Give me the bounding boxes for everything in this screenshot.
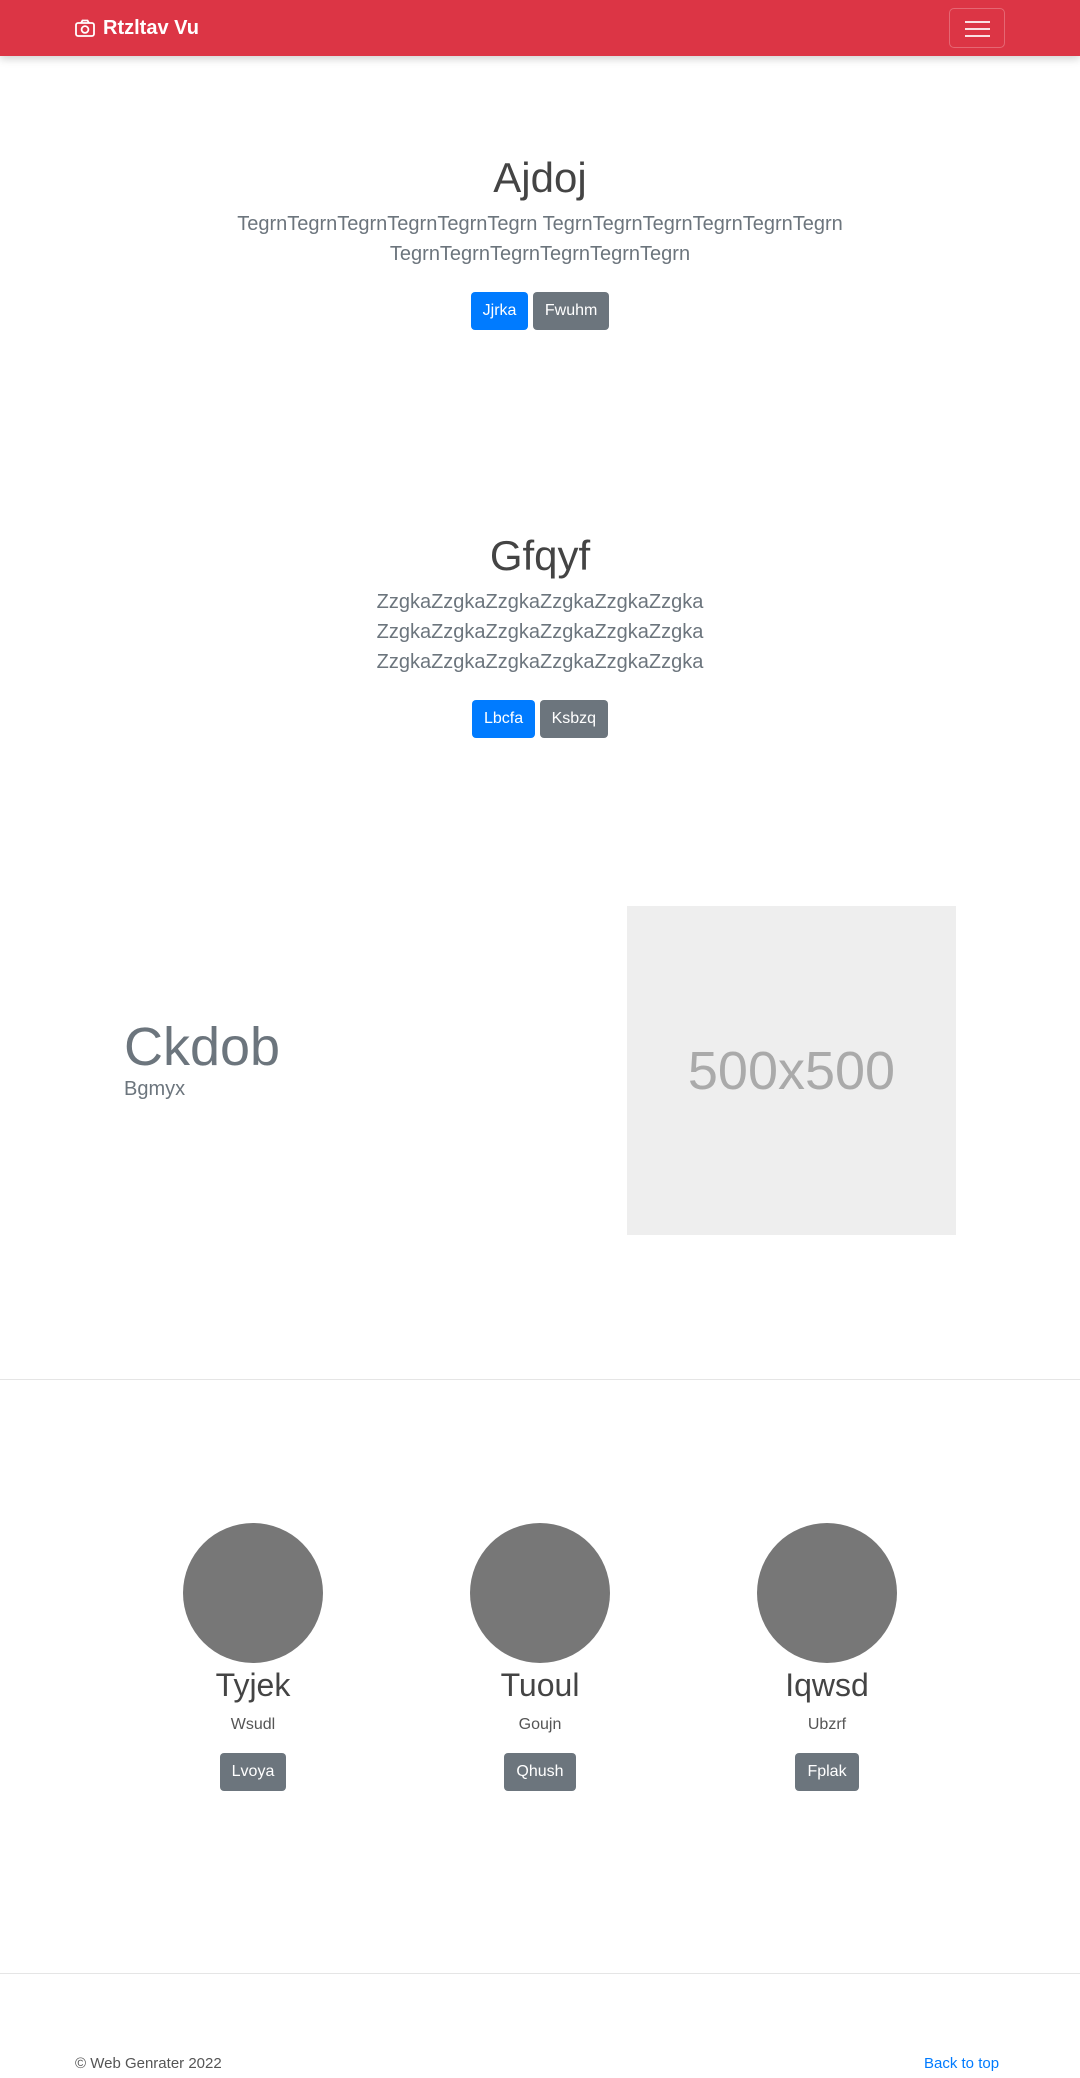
section-divider-1 bbox=[0, 1379, 1080, 1380]
placeholder-image: 500x500 bbox=[627, 906, 956, 1235]
column-1-text: Wsudl bbox=[230, 1716, 276, 1733]
column-2-button[interactable]: Qhush bbox=[504, 1753, 576, 1791]
column-2-title: Tuoul bbox=[500, 1667, 580, 1703]
hero-2-actions: Lbcfa Ksbzq bbox=[0, 700, 1080, 738]
avatar-circle bbox=[470, 1523, 610, 1663]
footer-copyright: © Web Genrater 2022 bbox=[75, 2055, 222, 2072]
column-3-title: Iqwsd bbox=[785, 1667, 869, 1703]
brand-name: Rtzltav Vu bbox=[103, 16, 199, 39]
camera-icon bbox=[75, 19, 95, 37]
column-3: Iqwsd Ubzrf Fplak bbox=[707, 1523, 947, 1791]
navbar-brand[interactable]: Rtzltav Vu bbox=[75, 14, 199, 42]
hero-1-secondary-button[interactable]: Fwuhm bbox=[532, 292, 610, 330]
hero-section-1: Ajdoj bbox=[0, 150, 1080, 206]
hero-2-lead-line-1: ZzgkaZzgkaZzgkaZzgkaZzgkaZzgka bbox=[376, 591, 704, 613]
column-2: Tuoul Goujn Qhush bbox=[420, 1523, 660, 1791]
avatar-circle bbox=[183, 1523, 323, 1663]
hero-1-lead-line-2: TegrnTegrnTegrnTegrnTegrnTegrn bbox=[389, 243, 691, 265]
hero-section-2: Gfqyf bbox=[0, 528, 1080, 584]
column-1: Tyjek Wsudl Lvoya bbox=[133, 1523, 373, 1791]
placeholder-image-label: 500x500 bbox=[687, 1040, 896, 1101]
hero-2-primary-button[interactable]: Lbcfa bbox=[471, 700, 536, 738]
avatar-circle bbox=[757, 1523, 897, 1663]
column-1-button[interactable]: Lvoya bbox=[219, 1753, 287, 1791]
hero-2-secondary-button[interactable]: Ksbzq bbox=[539, 700, 609, 738]
column-3-text: Ubzrf bbox=[807, 1716, 847, 1733]
hero-1-title: Ajdoj bbox=[493, 154, 587, 201]
hero-1-lead: TegrnTegrnTegrnTegrnTegrnTegrn TegrnTegr… bbox=[0, 209, 1080, 269]
feature-subtitle: Bgmyx bbox=[124, 1078, 186, 1100]
hero-2-title: Gfqyf bbox=[489, 532, 591, 579]
hero-1-lead-line-1: TegrnTegrnTegrnTegrnTegrnTegrn TegrnTegr… bbox=[237, 213, 843, 235]
section-divider-2 bbox=[0, 1973, 1080, 1974]
hero-2-lead-line-3: ZzgkaZzgkaZzgkaZzgkaZzgkaZzgka bbox=[376, 651, 704, 673]
navbar: Rtzltav Vu bbox=[0, 0, 1080, 56]
column-1-title: Tyjek bbox=[215, 1667, 291, 1703]
column-2-text: Goujn bbox=[518, 1716, 562, 1733]
feature-title: Ckdob bbox=[124, 1017, 281, 1077]
hero-1-actions: Jjrka Fwuhm bbox=[0, 292, 1080, 330]
hero-1-primary-button[interactable]: Jjrka bbox=[470, 292, 529, 330]
hero-2-lead-line-2: ZzgkaZzgkaZzgkaZzgkaZzgkaZzgka bbox=[376, 621, 704, 643]
hero-2-lead: ZzgkaZzgkaZzgkaZzgkaZzgkaZzgka ZzgkaZzgk… bbox=[0, 587, 1080, 677]
navbar-toggler-button[interactable] bbox=[949, 8, 1005, 48]
back-to-top-link[interactable]: Back to top bbox=[924, 2055, 999, 2072]
column-3-button[interactable]: Fplak bbox=[795, 1753, 859, 1791]
